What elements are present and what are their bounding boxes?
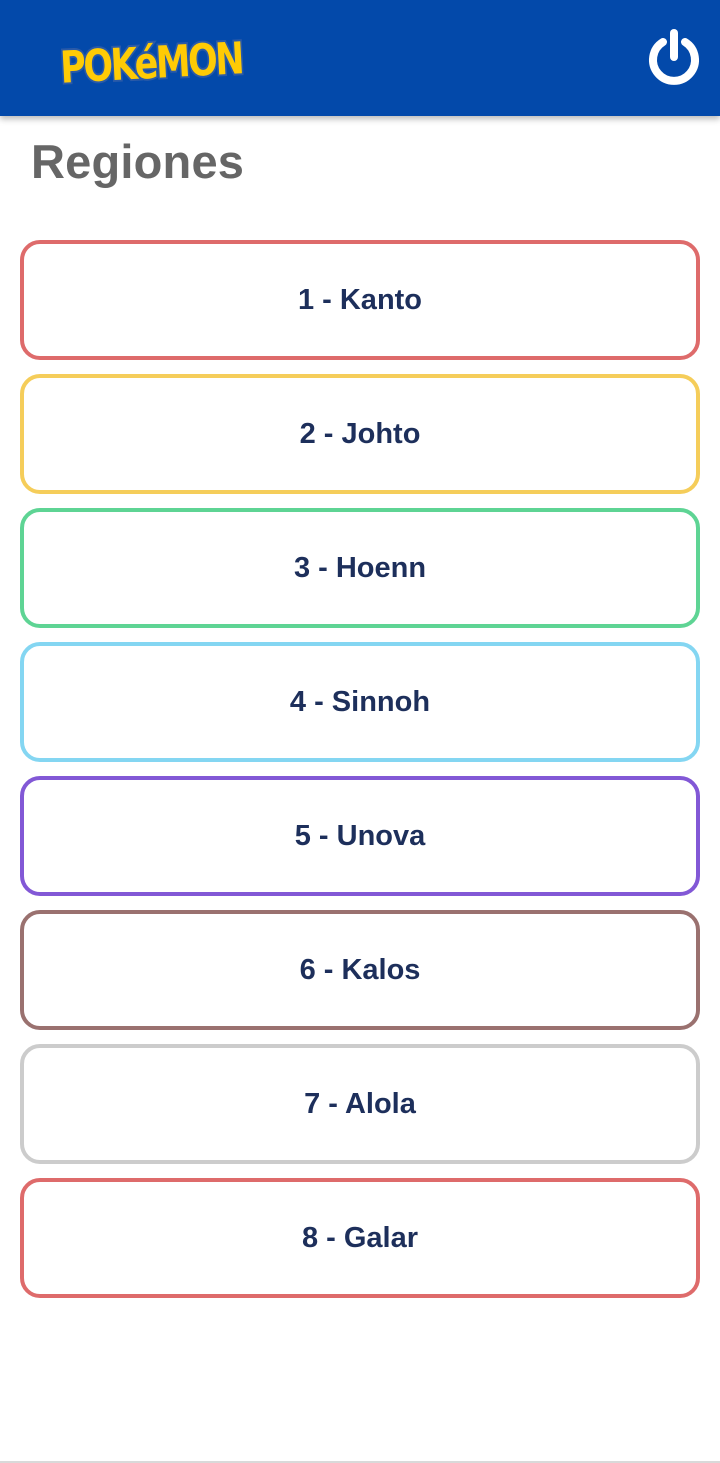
page-title: Regiones xyxy=(31,135,245,188)
region-card-kalos[interactable]: 6 - Kalos xyxy=(20,910,700,1030)
region-label: 4 - Sinnoh xyxy=(289,685,431,718)
region-label: 7 - Alola xyxy=(304,1087,416,1120)
region-list: 1 - Kanto 2 - Johto 3 - Hoenn 4 - Sinnoh… xyxy=(20,240,700,1312)
region-label: 8 - Galar xyxy=(301,1221,419,1254)
region-card-sinnoh[interactable]: 4 - Sinnoh xyxy=(20,642,700,762)
region-label: 5 - Unova xyxy=(294,819,426,852)
power-icon xyxy=(649,29,699,85)
region-card-kanto[interactable]: 1 - Kanto xyxy=(20,240,700,360)
region-label: 1 - Kanto xyxy=(297,283,423,316)
region-label: 3 - Hoenn xyxy=(293,551,427,584)
region-card-unova[interactable]: 5 - Unova xyxy=(20,776,700,896)
region-card-hoenn[interactable]: 3 - Hoenn xyxy=(20,508,700,628)
region-label: 2 - Johto xyxy=(299,417,421,450)
app-bar: POKéMON xyxy=(0,0,720,116)
power-button[interactable] xyxy=(646,28,702,86)
region-card-galar[interactable]: 8 - Galar xyxy=(20,1178,700,1298)
pokemon-logo-text: POKéMON xyxy=(59,33,243,92)
region-card-johto[interactable]: 2 - Johto xyxy=(20,374,700,494)
pokemon-logo: POKéMON xyxy=(57,31,245,92)
region-card-alola[interactable]: 7 - Alola xyxy=(20,1044,700,1164)
region-label: 6 - Kalos xyxy=(299,953,421,986)
